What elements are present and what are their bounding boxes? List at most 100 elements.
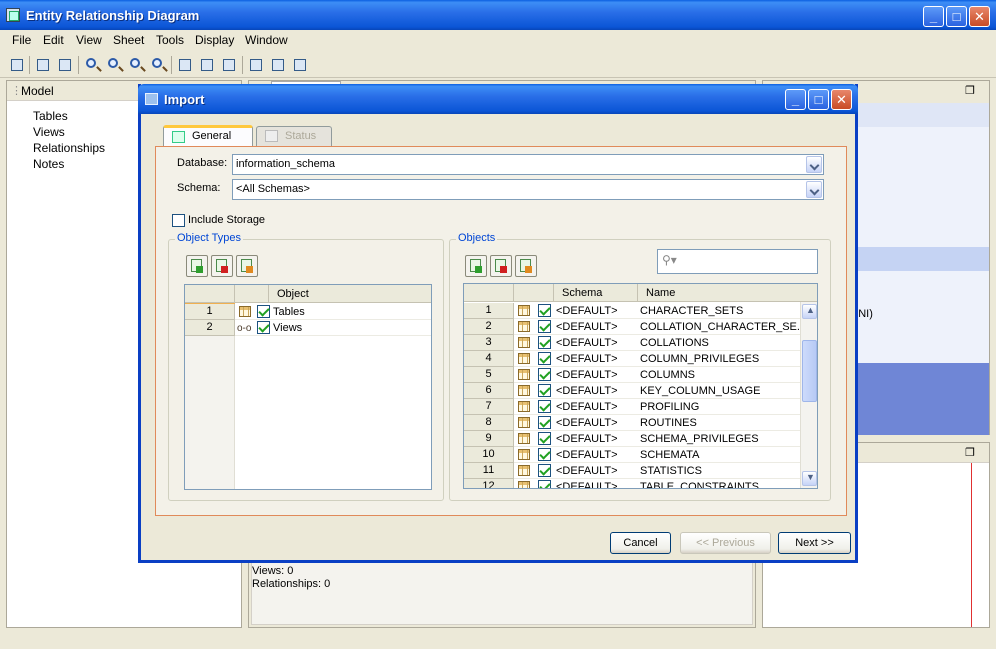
invert-objects-button[interactable] bbox=[515, 255, 537, 277]
cancel-button[interactable]: Cancel bbox=[610, 532, 671, 554]
object-checkbox[interactable] bbox=[538, 304, 551, 317]
tree-item-tables[interactable]: Tables bbox=[33, 109, 68, 123]
tree-item-notes[interactable]: Notes bbox=[33, 157, 64, 171]
zoom-icon[interactable] bbox=[84, 57, 100, 73]
chevron-down-icon[interactable] bbox=[806, 181, 822, 198]
page-setup-icon[interactable] bbox=[57, 57, 73, 73]
table-row[interactable]: 8 <DEFAULT> ROUTINES bbox=[464, 415, 802, 431]
schema-column-header[interactable]: Schema bbox=[554, 284, 638, 302]
object-column-header[interactable]: Object bbox=[269, 285, 431, 303]
include-storage-label: Include Storage bbox=[188, 214, 266, 226]
object-checkbox[interactable] bbox=[538, 320, 551, 333]
menu-tools[interactable]: Tools bbox=[156, 33, 184, 47]
include-storage-checkbox[interactable] bbox=[172, 214, 185, 227]
table-row[interactable]: 5 <DEFAULT> COLUMNS bbox=[464, 367, 802, 383]
table-row[interactable]: 12 <DEFAULT> TABLE_CONSTRAINTS bbox=[464, 479, 802, 488]
table-row[interactable]: 11 <DEFAULT> STATISTICS bbox=[464, 463, 802, 479]
print-icon[interactable] bbox=[35, 57, 51, 73]
select-all-objects-button[interactable] bbox=[465, 255, 487, 277]
menu-sheet[interactable]: Sheet bbox=[113, 33, 144, 47]
layout-icon[interactable] bbox=[248, 57, 264, 73]
object-checkbox[interactable] bbox=[538, 368, 551, 381]
database-select[interactable]: information_schema bbox=[232, 154, 824, 175]
object-checkbox[interactable] bbox=[538, 400, 551, 413]
scroll-down-arrow[interactable]: ▼ bbox=[802, 471, 817, 486]
tab-status[interactable]: Status bbox=[256, 126, 332, 147]
views-count: Views: 0 bbox=[252, 565, 294, 577]
invert-selection-button[interactable] bbox=[236, 255, 258, 277]
table-icon[interactable] bbox=[177, 57, 193, 73]
objects-scrollbar[interactable]: ▲ ▼ bbox=[800, 302, 817, 488]
menu-window[interactable]: Window bbox=[245, 33, 288, 47]
zoom-out-icon[interactable] bbox=[128, 57, 144, 73]
object-checkbox[interactable] bbox=[538, 384, 551, 397]
object-checkbox[interactable] bbox=[538, 480, 551, 488]
deselect-all-objects-button[interactable] bbox=[490, 255, 512, 277]
objects-search-input[interactable]: ⚲▾ bbox=[657, 249, 818, 274]
object-checkbox[interactable] bbox=[538, 336, 551, 349]
minimize-button[interactable]: _ bbox=[923, 6, 944, 27]
dialog-maximize-button[interactable]: □ bbox=[808, 89, 829, 110]
scroll-up-arrow[interactable]: ▲ bbox=[802, 304, 817, 319]
object-checkbox[interactable] bbox=[538, 416, 551, 429]
dialog-close-button[interactable]: ✕ bbox=[831, 89, 852, 110]
name-column-header[interactable]: Name bbox=[638, 284, 817, 302]
table-icon bbox=[518, 369, 530, 380]
deselect-all-button[interactable] bbox=[211, 255, 233, 277]
table-row[interactable]: 4 <DEFAULT> COLUMN_PRIVILEGES bbox=[464, 351, 802, 367]
table-row[interactable]: 9 <DEFAULT> SCHEMA_PRIVILEGES bbox=[464, 431, 802, 447]
name-cell: COLLATION_CHARACTER_SE... bbox=[640, 321, 807, 333]
page-boundary-line bbox=[971, 463, 972, 627]
tree-item-relationships[interactable]: Relationships bbox=[33, 141, 105, 155]
object-checkbox[interactable] bbox=[538, 432, 551, 445]
table-row[interactable]: 2 o-o Views bbox=[185, 320, 431, 336]
maximize-button[interactable]: □ bbox=[946, 6, 967, 27]
object-checkbox[interactable] bbox=[538, 448, 551, 461]
dialog-minimize-button[interactable]: _ bbox=[785, 89, 806, 110]
tab-general[interactable]: General bbox=[163, 125, 253, 146]
row-number: 5 bbox=[464, 367, 514, 383]
scroll-thumb[interactable] bbox=[802, 340, 817, 402]
objects-legend: Objects bbox=[456, 232, 498, 244]
select-all-icon bbox=[191, 259, 203, 273]
object-checkbox[interactable] bbox=[538, 464, 551, 477]
tree-item-views[interactable]: Views bbox=[33, 125, 65, 139]
previous-button[interactable]: << Previous bbox=[680, 532, 771, 554]
table-row[interactable]: 2 <DEFAULT> COLLATION_CHARACTER_SE... bbox=[464, 319, 806, 335]
close-button[interactable]: ✕ bbox=[969, 6, 990, 27]
chevron-down-icon[interactable] bbox=[806, 156, 822, 173]
table-row[interactable]: 3 <DEFAULT> COLLATIONS bbox=[464, 335, 802, 351]
table-row[interactable]: 1 <DEFAULT> CHARACTER_SETS bbox=[464, 303, 802, 319]
name-cell: STATISTICS bbox=[640, 465, 702, 477]
row-number: 2 bbox=[464, 319, 514, 335]
table-row[interactable]: 7 <DEFAULT> PROFILING bbox=[464, 399, 802, 415]
row-number: 2 bbox=[185, 320, 235, 336]
relationship-icon[interactable] bbox=[292, 57, 308, 73]
row-number: 9 bbox=[464, 431, 514, 447]
restore-icon[interactable]: ❐ bbox=[965, 446, 975, 459]
table-row[interactable]: 6 <DEFAULT> KEY_COLUMN_USAGE bbox=[464, 383, 802, 399]
views-checkbox[interactable] bbox=[257, 321, 270, 334]
menu-display[interactable]: Display bbox=[195, 33, 234, 47]
tables-checkbox[interactable] bbox=[257, 305, 270, 318]
next-button[interactable]: Next >> bbox=[778, 532, 851, 554]
note-icon[interactable] bbox=[221, 57, 237, 73]
schema-select[interactable]: <All Schemas> bbox=[232, 179, 824, 200]
view-icon[interactable] bbox=[199, 57, 215, 73]
save-icon[interactable] bbox=[9, 57, 25, 73]
name-cell: SCHEMA_PRIVILEGES bbox=[640, 433, 759, 445]
grid-icon[interactable] bbox=[270, 57, 286, 73]
name-cell: CHARACTER_SETS bbox=[640, 305, 744, 317]
zoom-in-icon[interactable] bbox=[106, 57, 122, 73]
table-row[interactable]: 10 <DEFAULT> SCHEMATA bbox=[464, 447, 802, 463]
import-dialog: Import _ □ ✕ General Status Database: in… bbox=[138, 84, 858, 563]
menu-edit[interactable]: Edit bbox=[43, 33, 64, 47]
select-all-button[interactable] bbox=[186, 255, 208, 277]
menu-view[interactable]: View bbox=[76, 33, 102, 47]
menu-file[interactable]: File bbox=[12, 33, 31, 47]
zoom-fit-icon[interactable] bbox=[150, 57, 166, 73]
table-row[interactable]: 1 Tables bbox=[185, 304, 431, 320]
object-checkbox[interactable] bbox=[538, 352, 551, 365]
row-number: 10 bbox=[464, 447, 514, 463]
restore-icon[interactable]: ❐ bbox=[965, 84, 975, 97]
